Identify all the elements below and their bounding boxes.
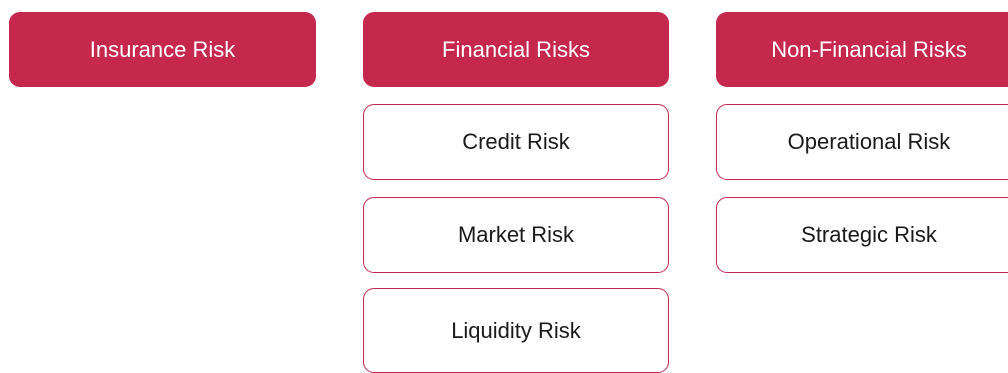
- market-risk-box: Market Risk: [363, 197, 669, 273]
- operational-risk-box: Operational Risk: [716, 104, 1008, 180]
- liquidity-risk-box: Liquidity Risk: [363, 288, 669, 373]
- credit-risk-box: Credit Risk: [363, 104, 669, 180]
- non-financial-risks-header: Non-Financial Risks: [716, 12, 1008, 87]
- insurance-risk-header: Insurance Risk: [9, 12, 316, 87]
- financial-risks-header: Financial Risks: [363, 12, 669, 87]
- strategic-risk-box: Strategic Risk: [716, 197, 1008, 273]
